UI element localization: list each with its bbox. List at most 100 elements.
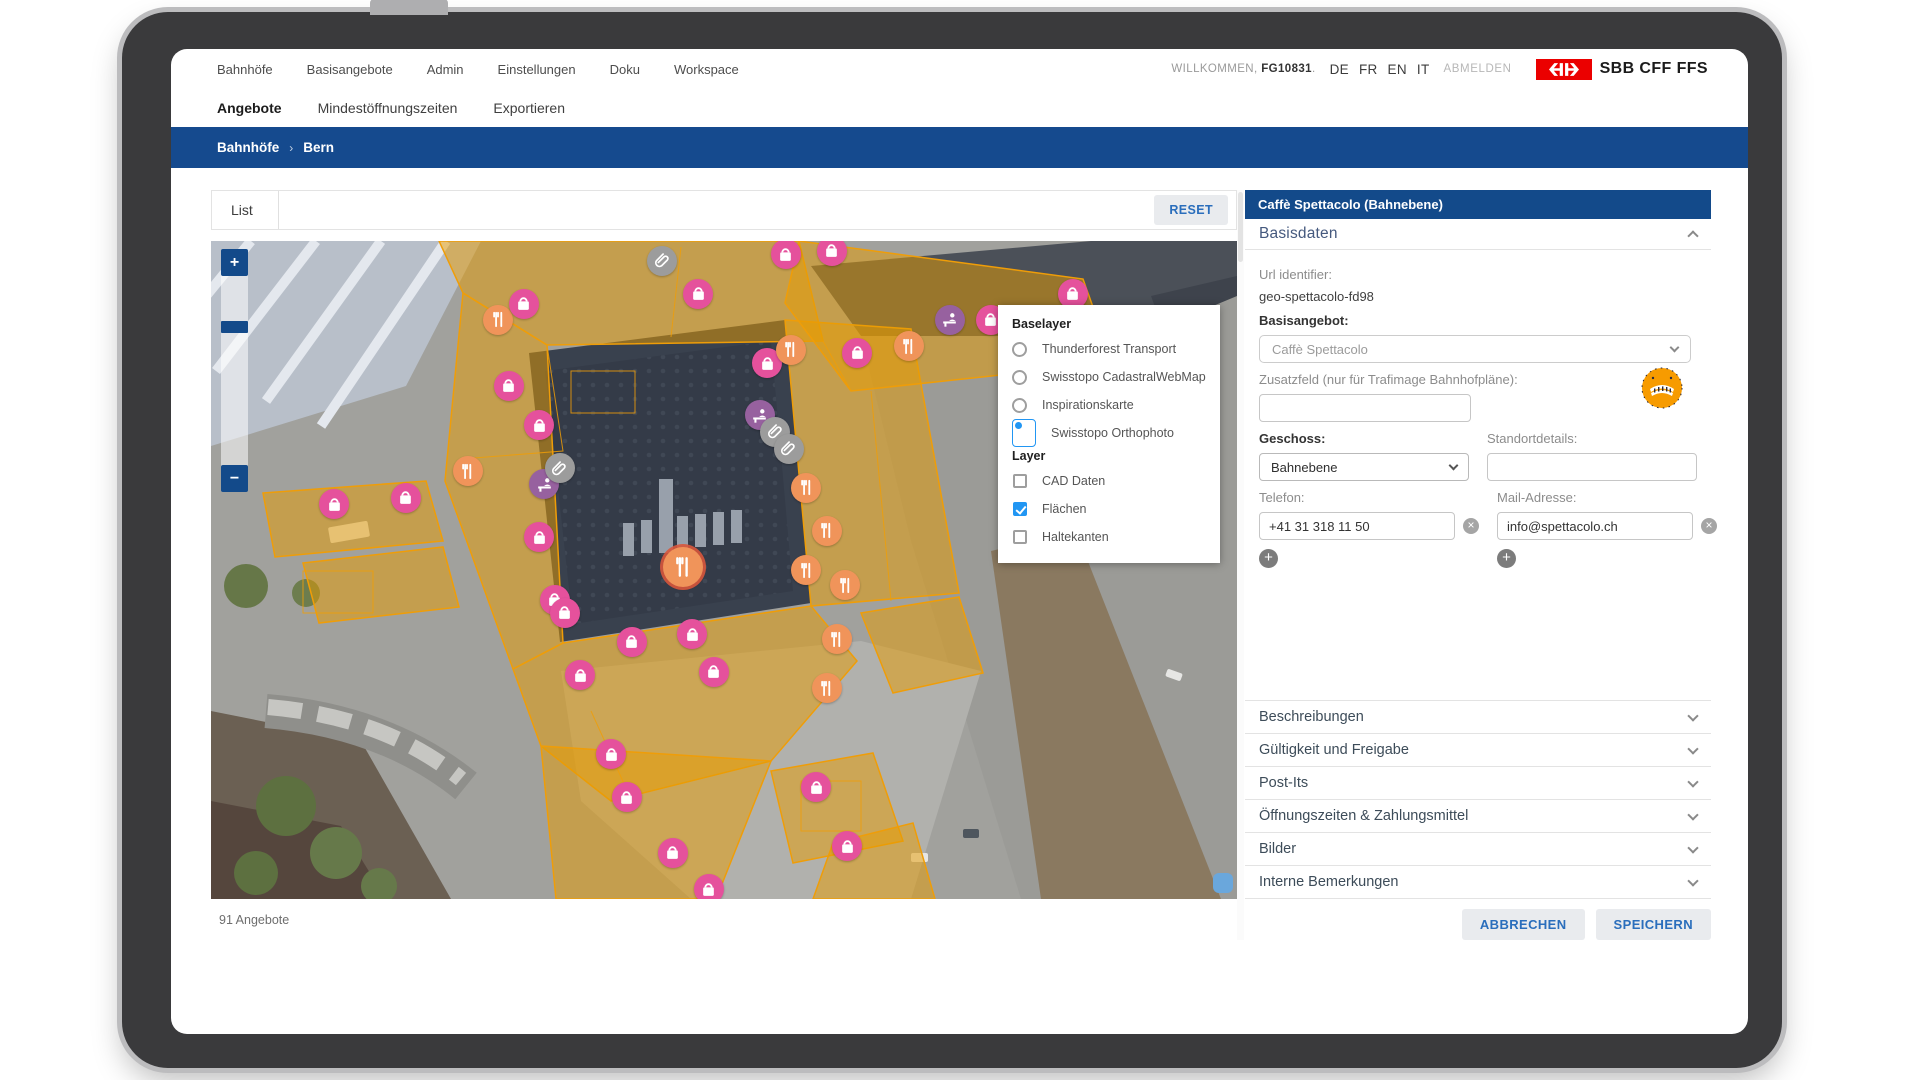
map-marker-shop[interactable] (550, 598, 580, 628)
map-marker-shop[interactable] (494, 371, 524, 401)
map-marker-shop[interactable] (524, 410, 554, 440)
map-marker-shop[interactable] (771, 241, 801, 269)
checkbox-icon[interactable] (1013, 474, 1027, 488)
map-marker-clip[interactable] (774, 434, 804, 464)
clear-mail-icon[interactable]: × (1701, 518, 1717, 534)
checkbox-checked-icon[interactable] (1013, 502, 1027, 516)
logout-link[interactable]: ABMELDEN (1444, 63, 1512, 75)
zoom-in-button[interactable]: + (221, 249, 248, 276)
sbb-brand: SBB CFF FFS (1536, 59, 1708, 80)
map-marker-shop[interactable] (612, 782, 642, 812)
baselayer-option-inspirationskarte[interactable]: Inspirationskarte (1012, 391, 1206, 419)
app-screen: Bahnhöfe Basisangebote Admin Einstellung… (171, 49, 1748, 1034)
accordion-beschreibungen[interactable]: Beschreibungen (1245, 700, 1711, 733)
nav-basisangebote[interactable]: Basisangebote (307, 62, 393, 77)
map-marker-shop[interactable] (842, 338, 872, 368)
map-marker-clip[interactable] (647, 246, 677, 276)
map-marker-food[interactable] (791, 555, 821, 585)
map-canvas[interactable]: + − Baselayer Thunderforest Transport Sw… (211, 241, 1237, 899)
accordion-oeffnungszeiten-zahlungsmittel[interactable]: Öffnungszeiten & Zahlungsmittel (1245, 799, 1711, 832)
baselayer-option-orthophoto[interactable]: Swisstopo Orthophoto (1012, 419, 1206, 447)
lang-fr[interactable]: FR (1359, 62, 1378, 77)
nav-workspace[interactable]: Workspace (674, 62, 739, 77)
zoom-slider-handle[interactable] (221, 321, 248, 333)
layer-option-haltekanten[interactable]: Haltekanten (1012, 523, 1206, 551)
lang-en[interactable]: EN (1388, 62, 1407, 77)
basisangebot-label: Basisangebot: (1259, 313, 1697, 328)
layer-option-cad-daten[interactable]: CAD Daten (1012, 467, 1206, 495)
nav-einstellungen[interactable]: Einstellungen (498, 62, 576, 77)
baselayer-option-thunderforest[interactable]: Thunderforest Transport (1012, 335, 1206, 363)
map-marker-food[interactable] (812, 516, 842, 546)
accordion-gueltigkeit-und-freigabe[interactable]: Gültigkeit und Freigabe (1245, 733, 1711, 766)
nav-admin[interactable]: Admin (427, 62, 464, 77)
map-marker-shop[interactable] (565, 660, 595, 690)
zusatzfeld-input[interactable] (1259, 394, 1471, 422)
map-marker-shop[interactable] (801, 772, 831, 802)
map-marker-shop[interactable] (596, 739, 626, 769)
lang-de[interactable]: DE (1330, 62, 1349, 77)
map-marker-blue[interactable] (1213, 873, 1233, 893)
zoom-out-button[interactable]: − (221, 465, 248, 492)
map-marker-food[interactable] (483, 305, 513, 335)
map-marker-shop[interactable] (658, 838, 688, 868)
radio-icon[interactable] (1012, 370, 1027, 385)
map-marker-food[interactable] (791, 473, 821, 503)
map-marker-food[interactable] (822, 624, 852, 654)
accordion-list: Beschreibungen Gültigkeit und Freigabe P… (1245, 700, 1711, 940)
map-marker-shop[interactable] (699, 657, 729, 687)
list-tab[interactable]: List (212, 191, 279, 229)
map-marker-shop[interactable] (683, 279, 713, 309)
checkbox-icon[interactable] (1013, 530, 1027, 544)
breadcrumb-bahnhoefe[interactable]: Bahnhöfe (217, 140, 279, 155)
layer-option-flaechen[interactable]: Flächen (1012, 495, 1206, 523)
map-marker-food[interactable] (812, 673, 842, 703)
radio-icon[interactable] (1012, 398, 1027, 413)
scrollbar-thumb[interactable] (1238, 192, 1243, 262)
breadcrumb-bern[interactable]: Bern (303, 140, 334, 155)
map-marker-shop[interactable] (817, 241, 847, 266)
map-marker-food[interactable] (894, 331, 924, 361)
geschoss-select[interactable]: Bahnebene (1259, 453, 1469, 481)
map-marker-shop[interactable] (319, 489, 349, 519)
map-marker-clip[interactable] (545, 453, 575, 483)
map-marker-shop[interactable] (694, 874, 724, 899)
map-marker-shop[interactable] (524, 522, 554, 552)
accordion-post-its[interactable]: Post-Its (1245, 766, 1711, 799)
cancel-button[interactable]: ABBRECHEN (1462, 909, 1585, 940)
nav-bahnhoefe[interactable]: Bahnhöfe (217, 62, 273, 77)
map-toolbar: List RESET (211, 190, 1237, 230)
map-marker-shop[interactable] (617, 627, 647, 657)
clear-telefon-icon[interactable]: × (1463, 518, 1479, 534)
map-marker-food[interactable] (830, 570, 860, 600)
save-button[interactable]: SPEICHERN (1596, 909, 1711, 940)
accordion-bilder[interactable]: Bilder (1245, 832, 1711, 865)
tab-mindestoeffnungszeiten[interactable]: Mindestöffnungszeiten (318, 100, 458, 116)
tab-angebote[interactable]: Angebote (217, 100, 282, 116)
map-marker-service[interactable] (935, 305, 965, 335)
nav-doku[interactable]: Doku (610, 62, 640, 77)
mail-input[interactable] (1497, 512, 1693, 540)
map-marker-shop[interactable] (677, 619, 707, 649)
standortdetails-input[interactable] (1487, 453, 1697, 481)
radio-icon[interactable] (1012, 342, 1027, 357)
map-marker-food[interactable] (663, 547, 703, 587)
basisdaten-section-header[interactable]: Basisdaten (1245, 219, 1711, 250)
map-marker-shop[interactable] (391, 483, 421, 513)
baselayer-option-cadastral[interactable]: Swisstopo CadastralWebMap (1012, 363, 1206, 391)
telefon-input[interactable] (1259, 512, 1455, 540)
reset-button[interactable]: RESET (1154, 195, 1228, 225)
tab-exportieren[interactable]: Exportieren (493, 100, 565, 116)
map-marker-shop[interactable] (509, 289, 539, 319)
panel-scrollbar[interactable] (1237, 190, 1244, 940)
map-marker-food[interactable] (776, 335, 806, 365)
radio-selected-icon[interactable] (1012, 419, 1036, 447)
basisangebot-dropdown[interactable]: Caffè Spettacolo (1259, 335, 1691, 363)
add-telefon-button[interactable]: + (1259, 549, 1278, 568)
add-mail-button[interactable]: + (1497, 549, 1516, 568)
map-marker-shop[interactable] (832, 831, 862, 861)
lang-it[interactable]: IT (1417, 62, 1430, 77)
map-marker-food[interactable] (453, 456, 483, 486)
accordion-interne-bemerkungen[interactable]: Interne Bemerkungen (1245, 865, 1711, 898)
geschoss-label: Geschoss: (1259, 431, 1469, 446)
